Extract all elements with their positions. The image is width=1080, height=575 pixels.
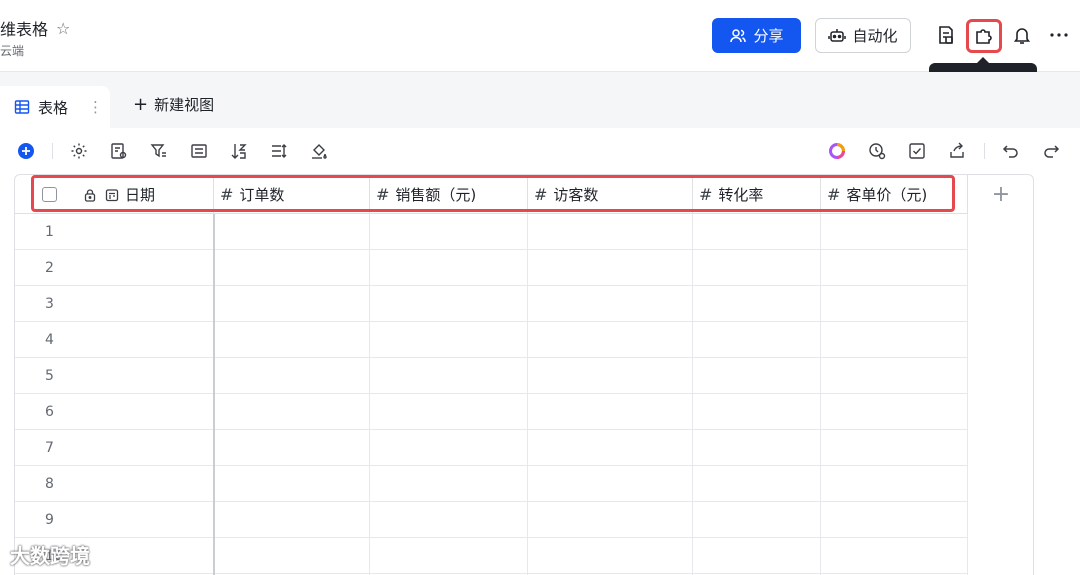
plus-icon: +	[133, 94, 149, 115]
undo-icon[interactable]	[1001, 141, 1021, 161]
settings-icon[interactable]	[69, 141, 89, 161]
row-number: 5	[45, 367, 54, 384]
row-number: 9	[45, 511, 54, 528]
column-divider	[820, 214, 821, 575]
doc-location: 云端	[0, 44, 25, 58]
column-divider	[692, 214, 693, 575]
row-number: 1	[45, 223, 54, 240]
robot-icon	[828, 27, 847, 45]
redo-icon[interactable]	[1041, 141, 1061, 161]
tab-label: 表格	[38, 98, 69, 117]
column-label: 客单价（元)	[846, 186, 928, 204]
column-header-date[interactable]: 日期	[15, 175, 214, 214]
tab-grid-view[interactable]: 表格 ⋮	[0, 86, 110, 128]
column-divider	[527, 214, 528, 575]
document-icon[interactable]	[933, 22, 959, 48]
column-label: 订单数	[239, 186, 285, 204]
field-config-icon[interactable]	[109, 141, 129, 161]
table-row[interactable]: 10	[15, 538, 968, 574]
sort-icon[interactable]	[229, 141, 249, 161]
checklist-icon[interactable]	[907, 141, 927, 161]
fill-color-icon[interactable]	[309, 141, 329, 161]
ai-ring-icon[interactable]	[827, 141, 847, 161]
lock-icon	[83, 188, 97, 202]
column-header-visitors[interactable]: # 访客数	[528, 175, 693, 214]
new-view-label: 新建视图	[154, 96, 215, 114]
row-number: 7	[45, 439, 54, 456]
number-field-icon: #	[220, 185, 234, 204]
automation-button[interactable]: 自动化	[815, 18, 911, 53]
calendar-icon	[105, 188, 119, 202]
automation-label: 自动化	[852, 27, 898, 45]
table-row[interactable]: 3	[15, 286, 968, 322]
select-all-checkbox[interactable]	[42, 187, 57, 202]
add-record-icon[interactable]	[16, 141, 36, 161]
watermark: 大数跨境	[10, 544, 90, 568]
doc-title-area: 维表格 ☆	[0, 16, 70, 40]
row-number: 8	[45, 475, 54, 492]
table-row[interactable]: 8	[15, 466, 968, 502]
toolbar-divider	[52, 143, 53, 159]
column-header-orders[interactable]: # 订单数	[214, 175, 370, 214]
new-view-button[interactable]: + 新建视图	[133, 94, 214, 115]
frozen-column-divider[interactable]	[213, 214, 215, 575]
column-header-avg-price[interactable]: # 客单价（元)	[821, 175, 968, 214]
column-header-conversion[interactable]: # 转化率	[693, 175, 821, 214]
top-bar: 维表格 ☆ 云端 分享 自动化	[0, 0, 1080, 72]
column-divider	[369, 214, 370, 575]
table-row[interactable]: 6	[15, 394, 968, 430]
table-row[interactable]: 7	[15, 430, 968, 466]
group-icon[interactable]	[189, 141, 209, 161]
column-label: 访客数	[553, 186, 599, 204]
toolbar-divider	[984, 143, 985, 159]
table-row[interactable]: 4	[15, 322, 968, 358]
star-icon[interactable]: ☆	[56, 19, 70, 38]
more-icon[interactable]	[1046, 22, 1072, 48]
tab-more-icon[interactable]: ⋮	[88, 98, 103, 116]
doc-title[interactable]: 维表格	[0, 16, 48, 40]
history-icon[interactable]	[867, 141, 887, 161]
row-number: 6	[45, 403, 54, 420]
view-tab-bar: 表格 ⋮ + 新建视图	[0, 72, 1080, 128]
table-icon	[14, 99, 30, 115]
share-out-icon[interactable]	[947, 141, 967, 161]
row-number: 3	[45, 295, 54, 312]
table-row[interactable]: 9	[15, 502, 968, 538]
number-field-icon: #	[376, 185, 390, 204]
table-row[interactable]: 1	[15, 214, 968, 250]
column-label: 销售额（元)	[395, 186, 477, 204]
column-label: 日期	[125, 186, 156, 204]
table-row[interactable]: 2	[15, 250, 968, 286]
add-column-button[interactable]: +	[968, 175, 1033, 214]
number-field-icon: #	[827, 185, 841, 204]
column-divider	[967, 214, 968, 575]
share-button[interactable]: 分享	[712, 18, 801, 53]
share-label: 分享	[753, 27, 784, 45]
column-label: 转化率	[718, 186, 764, 204]
row-height-icon[interactable]	[269, 141, 289, 161]
users-icon	[729, 27, 747, 45]
row-number: 4	[45, 331, 54, 348]
row-number: 2	[45, 259, 54, 276]
column-header-sales[interactable]: # 销售额（元)	[370, 175, 528, 214]
number-field-icon: #	[534, 185, 548, 204]
grid-toolbar	[0, 128, 1080, 174]
number-field-icon: #	[699, 185, 713, 204]
data-grid: 日期 # 订单数 # 销售额（元) # 访客数 # 转化率 # 客单价（元) +…	[14, 174, 1034, 575]
bell-icon[interactable]	[1009, 22, 1035, 48]
table-row[interactable]: 5	[15, 358, 968, 394]
puzzle-icon[interactable]	[971, 22, 997, 48]
grid-header-row: 日期 # 订单数 # 销售额（元) # 访客数 # 转化率 # 客单价（元)	[15, 175, 968, 214]
filter-icon[interactable]	[149, 141, 169, 161]
